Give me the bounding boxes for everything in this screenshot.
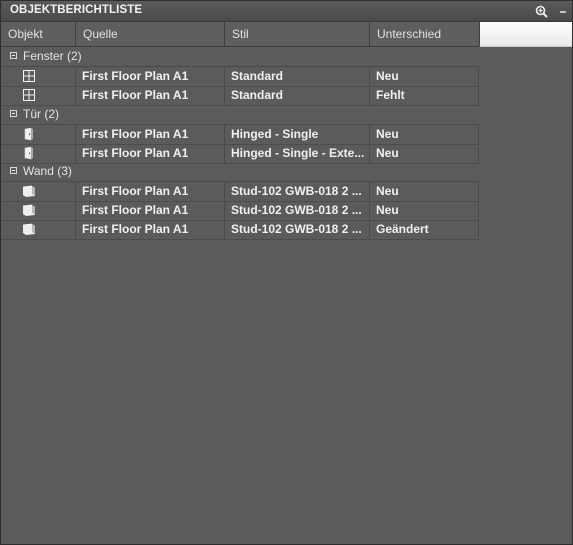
group-header-tuer[interactable]: Tür (2) — [1, 105, 479, 125]
panel-titlebar: OBJEKTBERICHTLISTE — [1, 1, 572, 22]
difference-cell: Fehlt — [370, 86, 479, 105]
table-row[interactable]: First Floor Plan A1 Hinged - Single Neu — [1, 125, 479, 145]
object-cell — [1, 67, 76, 86]
difference-cell: Neu — [370, 125, 479, 144]
collapse-toggle-icon[interactable] — [10, 167, 17, 174]
difference-cell: Neu — [370, 67, 479, 86]
door-icon — [24, 128, 33, 141]
style-cell: Hinged - Single - Exte... — [225, 144, 370, 163]
object-cell — [1, 125, 76, 144]
collapse-toggle-icon[interactable] — [10, 110, 17, 117]
window-icon — [23, 70, 35, 82]
wall-icon — [23, 185, 35, 197]
style-cell: Stud-102 GWB-018 2 ... — [225, 201, 370, 220]
style-cell: Stud-102 GWB-018 2 ... — [225, 182, 370, 201]
table-row[interactable]: First Floor Plan A1 Stud-102 GWB-018 2 .… — [1, 182, 479, 202]
style-cell: Hinged - Single — [225, 125, 370, 144]
zoom-icon[interactable] — [534, 4, 548, 18]
panel-title: OBJEKTBERICHTLISTE — [10, 4, 143, 16]
style-cell: Standard — [225, 67, 370, 86]
object-report-panel: OBJEKTBERICHTLISTE Objekt Quelle Stil Un… — [0, 0, 573, 545]
object-cell — [1, 144, 76, 163]
header-empty-area — [480, 22, 572, 47]
source-cell: First Floor Plan A1 — [76, 182, 225, 201]
group-label: Fenster (2) — [23, 49, 82, 63]
minimize-icon[interactable] — [556, 4, 570, 18]
source-cell: First Floor Plan A1 — [76, 67, 225, 86]
wall-icon — [23, 223, 35, 235]
table-row[interactable]: First Floor Plan A1 Standard Neu — [1, 67, 479, 87]
group-header-wand[interactable]: Wand (3) — [1, 162, 479, 182]
source-cell: First Floor Plan A1 — [76, 144, 225, 163]
style-cell: Standard — [225, 86, 370, 105]
style-cell: Stud-102 GWB-018 2 ... — [225, 220, 370, 239]
column-header-stil[interactable]: Stil — [225, 22, 370, 46]
group-header-fenster[interactable]: Fenster (2) — [1, 47, 479, 67]
object-cell — [1, 220, 76, 239]
group-label: Wand (3) — [23, 164, 72, 178]
source-cell: First Floor Plan A1 — [76, 220, 225, 239]
table-row[interactable]: First Floor Plan A1 Stud-102 GWB-018 2 .… — [1, 220, 479, 240]
difference-cell: Geändert — [370, 220, 479, 239]
column-header-unterschied[interactable]: Unterschied — [370, 22, 480, 46]
difference-cell: Neu — [370, 201, 479, 220]
table-row[interactable]: First Floor Plan A1 Hinged - Single - Ex… — [1, 144, 479, 164]
difference-cell: Neu — [370, 182, 479, 201]
difference-cell: Neu — [370, 144, 479, 163]
collapse-toggle-icon[interactable] — [10, 52, 17, 59]
column-header-objekt[interactable]: Objekt — [1, 22, 76, 46]
column-header-quelle[interactable]: Quelle — [76, 22, 225, 46]
object-cell — [1, 201, 76, 220]
column-header-row: Objekt Quelle Stil Unterschied — [1, 22, 480, 47]
table-row[interactable]: First Floor Plan A1 Stud-102 GWB-018 2 .… — [1, 201, 479, 221]
wall-icon — [23, 204, 35, 216]
source-cell: First Floor Plan A1 — [76, 86, 225, 105]
window-icon — [23, 89, 35, 101]
group-label: Tür (2) — [23, 107, 59, 121]
object-cell — [1, 86, 76, 105]
source-cell: First Floor Plan A1 — [76, 125, 225, 144]
object-cell — [1, 182, 76, 201]
source-cell: First Floor Plan A1 — [76, 201, 225, 220]
door-icon — [24, 147, 33, 160]
table-row[interactable]: First Floor Plan A1 Standard Fehlt — [1, 86, 479, 106]
